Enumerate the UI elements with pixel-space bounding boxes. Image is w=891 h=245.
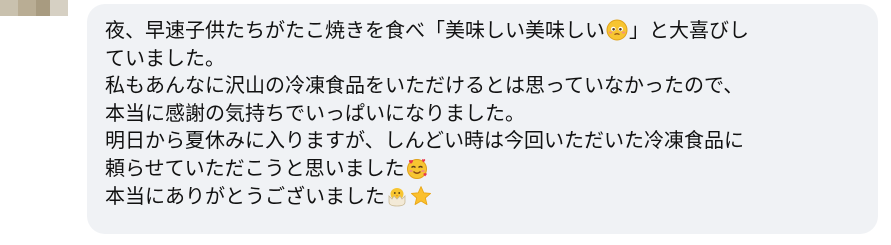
comment-text: 明日から夏休みに入りますが、しんどい時は今回いただいた冷凍食品に [105, 128, 744, 153]
comment-text: 頼らせていただこうと思いました [105, 155, 405, 180]
comment-line: 明日から夏休みに入りますが、しんどい時は今回いただいた冷凍食品に [105, 127, 860, 155]
comment-text: 本当にありがとうございました [105, 183, 385, 208]
comment-text: 私もあんなに沢山の冷凍食品をいただけるとは思っていなかったので、 [105, 73, 744, 98]
avatar[interactable] [0, 0, 68, 16]
comment-text: ていました。 [105, 45, 225, 70]
hatching-chick-icon [386, 185, 408, 207]
pleading-face-icon [606, 19, 628, 41]
star-icon [410, 185, 432, 207]
comment-line: 私もあんなに沢山の冷凍食品をいただけるとは思っていなかったので、 [105, 72, 860, 100]
comment-line: 頼らせていただこうと思いました [105, 155, 860, 183]
avatar-pixel [0, 0, 18, 16]
avatar-pixel [50, 0, 68, 16]
comment-line: 夜、早速子供たちがたこ焼きを食べ「美味しい美味しい 」と大喜びし [105, 17, 860, 45]
comment-text: 夜、早速子供たちがたこ焼きを食べ「美味しい美味しい [105, 18, 605, 42]
comment-line: ていました。 [105, 45, 860, 73]
comment-bubble: 夜、早速子供たちがたこ焼きを食べ「美味しい美味しい 」と大喜びし ていました。 私… [87, 4, 878, 234]
comment-line: 本当にありがとうございました [105, 183, 860, 211]
comment-text: 」と大喜びし [629, 18, 749, 42]
comment-text: 本当に感謝の気持ちでいっぱいになりました。 [105, 100, 525, 125]
smiling-face-with-hearts-icon [406, 157, 428, 179]
comment-line: 本当に感謝の気持ちでいっぱいになりました。 [105, 100, 860, 128]
avatar-pixel [36, 0, 50, 16]
avatar-pixel [18, 0, 36, 16]
